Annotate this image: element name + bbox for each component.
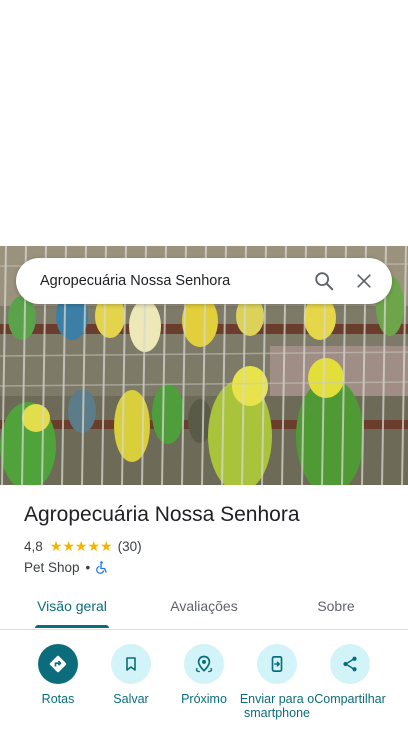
star-icon: ★ — [74, 538, 88, 554]
nearby-button[interactable]: Próximo — [166, 644, 242, 706]
rating-stars: ★ ★ ★ ★ ★ — [50, 539, 113, 553]
close-icon — [357, 274, 371, 288]
category-row: Pet Shop • — [24, 558, 107, 576]
send-to-phone-button-circle — [257, 644, 297, 684]
directions-button-circle — [38, 644, 78, 684]
save-label: Salvar — [113, 692, 149, 706]
directions-label: Rotas — [41, 692, 75, 706]
tab-bar: Visão geral Avaliações Sobre — [0, 590, 408, 630]
rating-value: 4,8 — [24, 538, 43, 554]
tab-reviews[interactable]: Avaliações — [154, 590, 254, 630]
clear-search-button[interactable] — [344, 261, 384, 301]
save-button-circle — [111, 644, 151, 684]
nearby-button-circle — [184, 644, 224, 684]
send-to-phone-label: Enviar para o smartphone — [239, 692, 315, 720]
search-query[interactable]: Agropecuária Nossa Senhora — [40, 273, 304, 289]
send-to-phone-icon — [271, 656, 283, 672]
share-icon — [343, 656, 357, 672]
place-category: Pet Shop — [24, 559, 80, 575]
wheelchair-icon — [96, 560, 107, 574]
nearby-icon — [195, 655, 213, 673]
review-count: (30) — [117, 538, 142, 554]
place-name: Agropecuária Nossa Senhora — [24, 503, 300, 526]
rating-row[interactable]: 4,8 ★ ★ ★ ★ ★ (30) — [24, 537, 142, 555]
star-icon: ★ — [62, 538, 75, 554]
star-icon: ★ — [100, 538, 113, 554]
map-area[interactable] — [0, 0, 408, 246]
star-icon: ★ — [49, 538, 63, 554]
bookmark-icon — [126, 657, 136, 671]
search-button[interactable] — [304, 261, 344, 301]
share-button-circle — [330, 644, 370, 684]
place-details-screen: Agropecuária Nossa Senhora Agropecuária … — [0, 0, 408, 730]
action-buttons: Rotas Salvar Próximo Enviar para o smart… — [0, 644, 408, 730]
share-label: Compartilhar — [314, 692, 386, 706]
separator-dot: • — [85, 559, 91, 575]
search-bar[interactable]: Agropecuária Nossa Senhora — [16, 258, 392, 304]
directions-button[interactable]: Rotas — [20, 644, 96, 706]
active-tab-indicator — [35, 625, 109, 628]
tab-overview[interactable]: Visão geral — [22, 590, 122, 630]
save-button[interactable]: Salvar — [93, 644, 169, 706]
share-button[interactable]: Compartilhar — [312, 644, 388, 706]
send-to-phone-button[interactable]: Enviar para o smartphone — [239, 644, 315, 720]
directions-icon — [49, 655, 67, 673]
star-icon: ★ — [87, 538, 101, 554]
tab-about[interactable]: Sobre — [296, 590, 376, 630]
nearby-label: Próximo — [181, 692, 227, 706]
search-icon — [315, 272, 334, 291]
